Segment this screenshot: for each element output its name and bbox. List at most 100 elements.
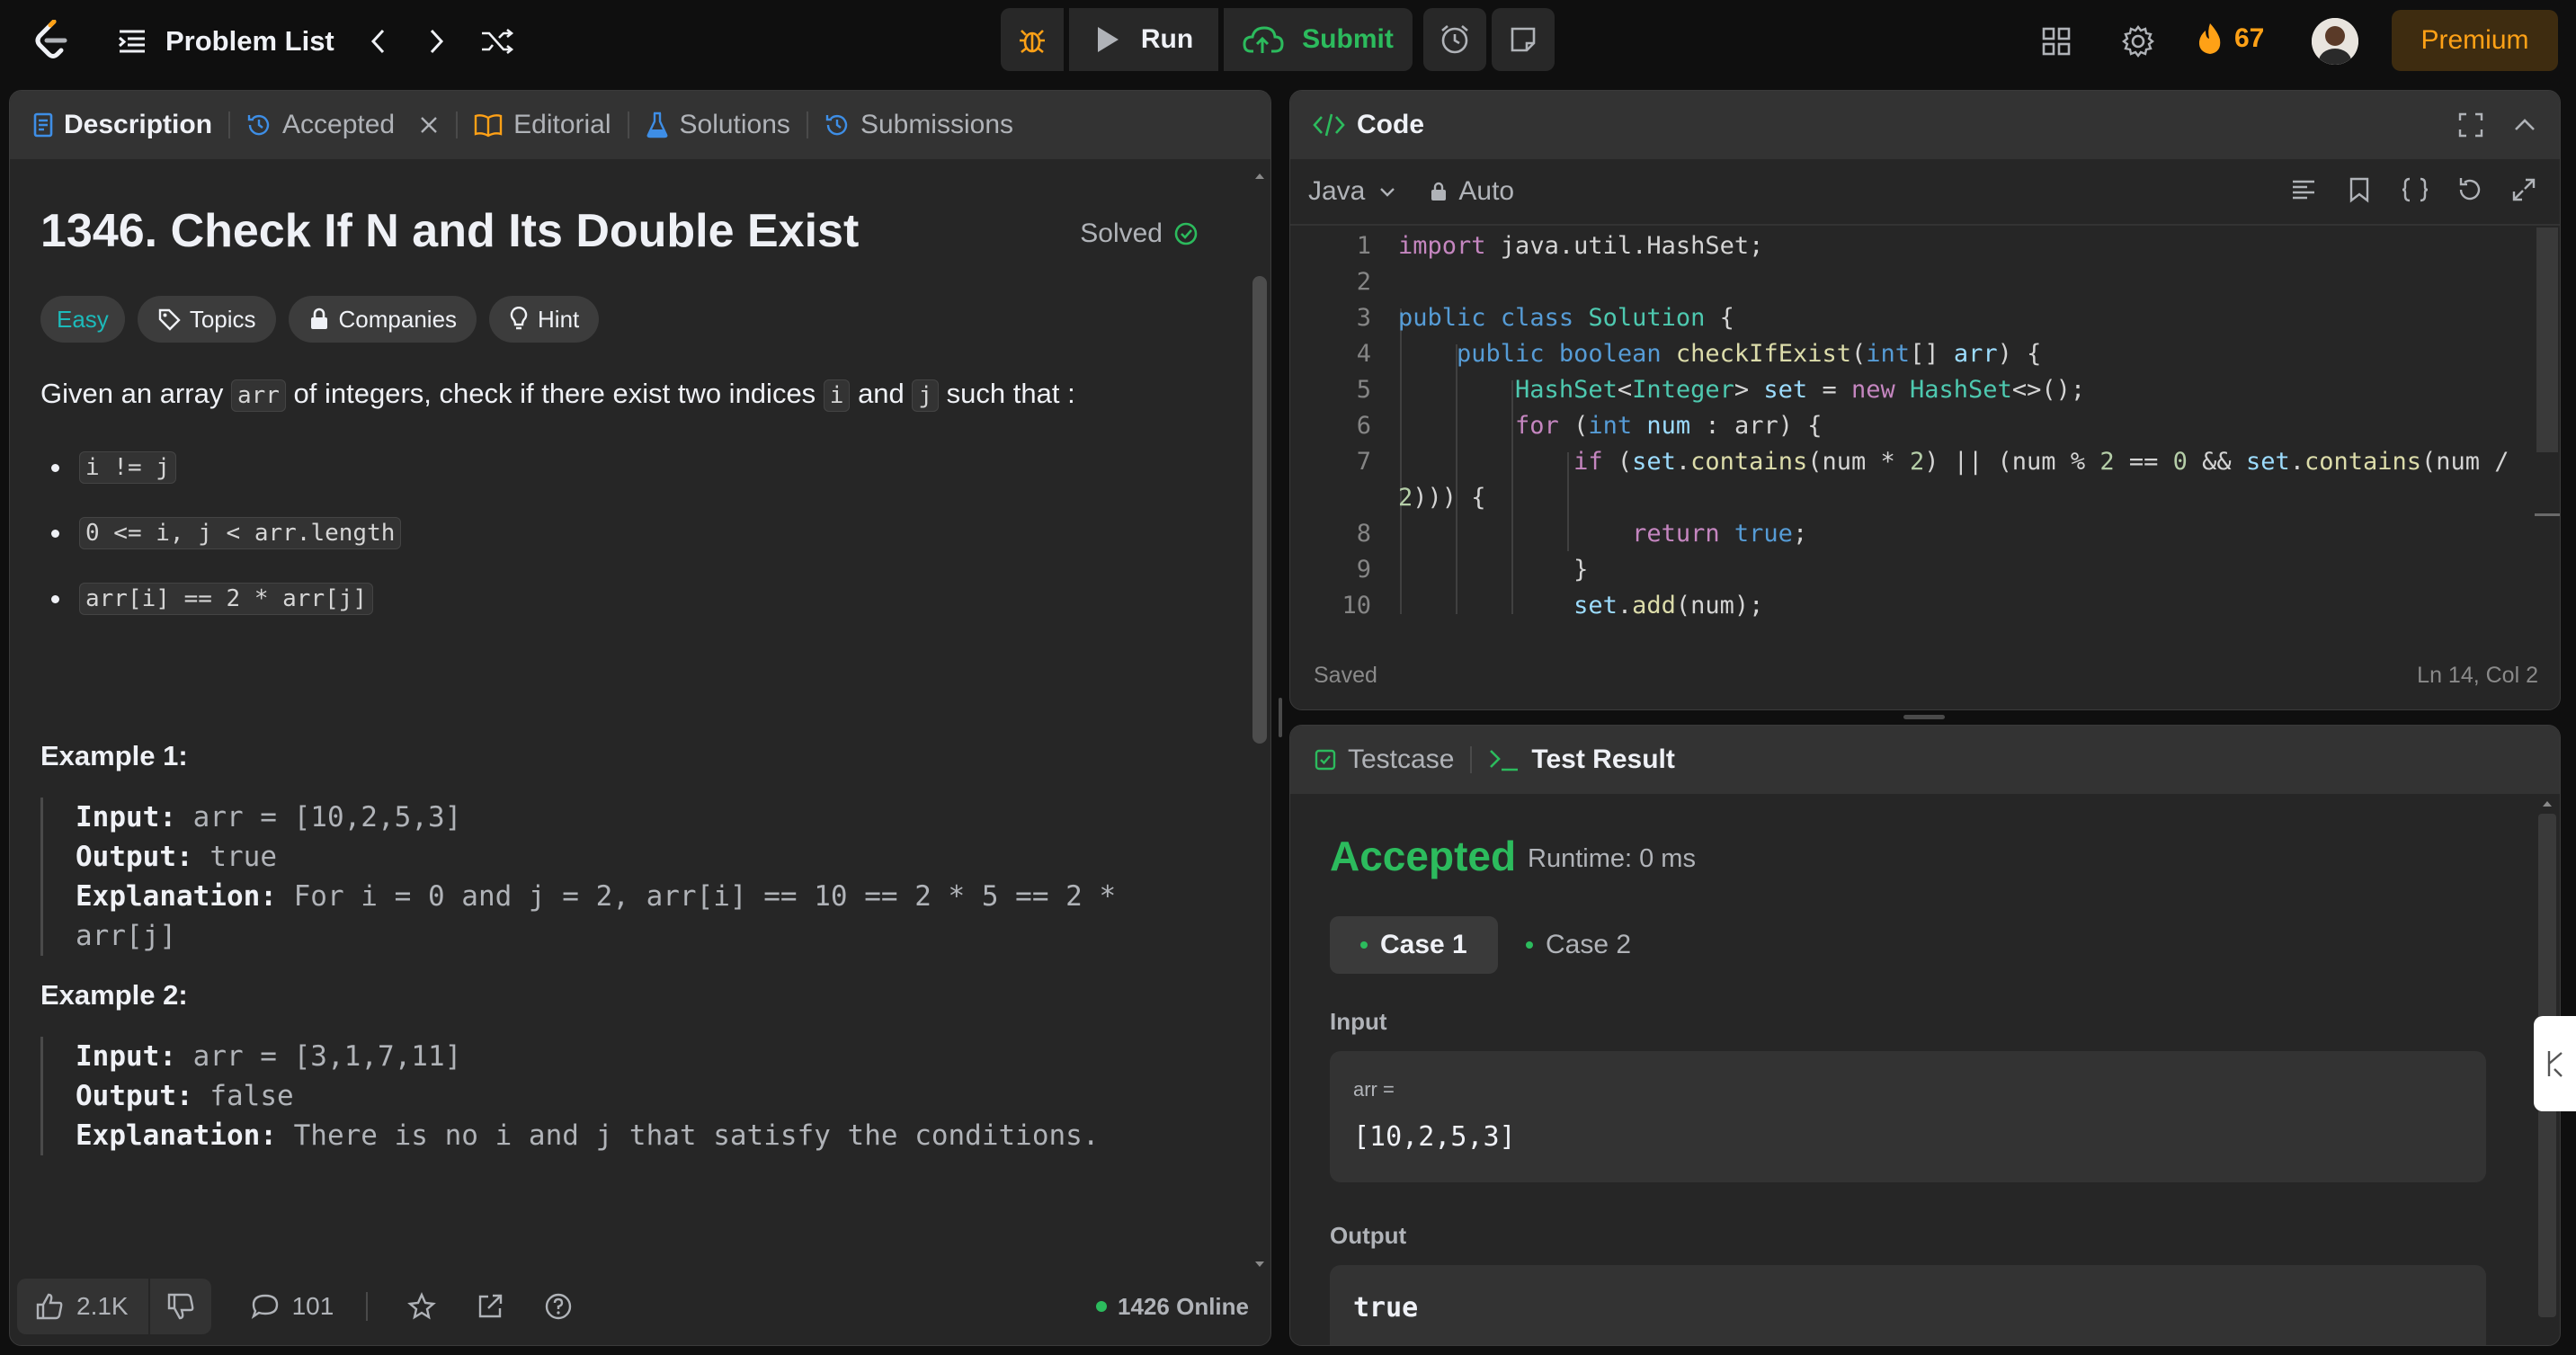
help-button[interactable] xyxy=(544,1292,573,1321)
document-icon xyxy=(33,112,53,138)
solved-label: Solved xyxy=(1080,218,1163,248)
tab-editorial-label: Editorial xyxy=(513,110,611,139)
braces-icon[interactable] xyxy=(2400,176,2430,203)
tab-testcase[interactable]: Testcase xyxy=(1314,744,1470,775)
companies-chip[interactable]: Companies xyxy=(288,296,477,343)
problem-list-icon[interactable] xyxy=(117,26,147,57)
input-value: [10,2,5,3] xyxy=(1353,1121,1516,1153)
code-line: 2))) { xyxy=(1290,479,1486,515)
tab-divider xyxy=(228,111,231,138)
streak-count: 67 xyxy=(2234,23,2265,53)
submit-button[interactable]: Submit xyxy=(1224,8,1413,71)
tab-description-label: Description xyxy=(64,110,213,139)
side-panel-toggle[interactable] xyxy=(2534,1016,2576,1111)
downvote-button[interactable] xyxy=(150,1279,211,1334)
statement-text: and xyxy=(850,378,913,409)
line-number: 9 xyxy=(1356,555,1371,584)
pass-dot xyxy=(1526,941,1533,949)
code-line: 10 set.add(num); xyxy=(1290,587,1763,623)
timer-button[interactable] xyxy=(1423,8,1486,71)
example-title: Example 2: xyxy=(40,978,188,1011)
case-2-tab[interactable]: Case 2 xyxy=(1495,916,1662,974)
favorite-button[interactable] xyxy=(407,1292,437,1321)
line-number: 1 xyxy=(1356,231,1371,260)
layout-icon[interactable] xyxy=(2041,26,2072,57)
upvote-button[interactable]: 2.1K xyxy=(17,1279,150,1334)
tab-divider xyxy=(456,111,459,138)
scrollbar-thumb[interactable] xyxy=(1252,276,1267,744)
tag-icon xyxy=(158,308,181,331)
statement-text: such that : xyxy=(939,378,1075,409)
topics-chip[interactable]: Topics xyxy=(137,296,276,343)
leetcode-logo-icon[interactable] xyxy=(34,20,68,61)
description-panel: Description Accepted Editorial Solutions… xyxy=(9,90,1271,1346)
check-circle-icon xyxy=(1174,222,1198,245)
tab-code[interactable]: Code xyxy=(1312,110,1440,140)
scroll-up-icon[interactable] xyxy=(2535,794,2560,812)
explanation-text: For i = 0 and j = 2, arr[i] == 10 == 2 *… xyxy=(293,879,1117,913)
tab-accepted[interactable]: Accepted xyxy=(246,110,456,140)
code-text: return true; xyxy=(1632,519,1808,548)
bookmark-icon[interactable] xyxy=(2348,176,2371,203)
debug-button[interactable] xyxy=(1001,8,1064,71)
code-line: 1 import java.util.HashSet; xyxy=(1290,227,1764,263)
avatar[interactable] xyxy=(2312,18,2358,65)
save-status: Saved xyxy=(1314,662,1377,688)
tab-test-result-label: Test Result xyxy=(1531,744,1675,774)
history-icon xyxy=(247,114,270,136)
format-icon[interactable] xyxy=(2290,176,2317,203)
cursor-position: Ln 14, Col 2 xyxy=(2417,662,2538,688)
problem-list-link[interactable]: Problem List xyxy=(165,25,334,58)
collapse-icon[interactable] xyxy=(2511,111,2538,138)
comments-button[interactable]: 101 xyxy=(251,1292,334,1321)
scrollbar-thumb[interactable] xyxy=(2536,227,2558,452)
notes-button[interactable] xyxy=(1492,8,1555,71)
gear-icon[interactable] xyxy=(2121,24,2155,58)
tab-testcase-label: Testcase xyxy=(1348,744,1455,774)
tab-editorial[interactable]: Editorial xyxy=(474,110,627,140)
lock-icon xyxy=(1431,182,1447,201)
hint-chip[interactable]: Hint xyxy=(489,296,600,343)
scroll-up-icon[interactable] xyxy=(1247,166,1271,184)
tab-description[interactable]: Description xyxy=(33,110,228,140)
code-line: 2 xyxy=(1290,263,1371,299)
footer-divider xyxy=(366,1292,369,1321)
input-label: Input: xyxy=(76,800,176,834)
mode-label: Auto xyxy=(1458,176,1515,206)
code-editor[interactable]: 1 import java.util.HashSet; 2 3 public cla… xyxy=(1290,227,2535,623)
case-1-tab[interactable]: Case 1 xyxy=(1330,916,1498,974)
next-problem-icon[interactable] xyxy=(423,26,450,57)
alarm-clock-icon xyxy=(1441,25,1468,54)
flask-icon xyxy=(646,111,667,138)
online-count: 1426 Online xyxy=(1118,1292,1249,1320)
reset-icon[interactable] xyxy=(2456,176,2482,203)
fire-icon xyxy=(2198,23,2221,54)
horizontal-resize-handle[interactable] xyxy=(1903,715,1945,719)
tab-divider xyxy=(806,111,808,138)
hint-label: Hint xyxy=(538,305,580,333)
streak-counter[interactable]: 67 xyxy=(2197,22,2264,56)
autocomplete-toggle[interactable]: Auto xyxy=(1430,176,1514,207)
close-icon[interactable] xyxy=(418,114,440,136)
prev-problem-icon[interactable] xyxy=(365,26,392,57)
input-label: Input: xyxy=(76,1039,176,1073)
inline-code: i xyxy=(823,379,851,412)
description-footer: 2.1K 101 1426 Online xyxy=(10,1268,1270,1345)
expand-icon[interactable] xyxy=(2511,177,2536,202)
code-line: 3 public class Solution { xyxy=(1290,299,1734,335)
language-select[interactable]: Java xyxy=(1308,176,1397,207)
book-icon xyxy=(474,114,503,138)
fullscreen-icon[interactable] xyxy=(2457,111,2484,138)
statement-text: of integers, check if there exist two in… xyxy=(285,378,824,409)
tab-solutions[interactable]: Solutions xyxy=(646,110,807,140)
share-button[interactable] xyxy=(476,1292,504,1321)
tab-test-result[interactable]: Test Result xyxy=(1488,744,1690,775)
code-text: public class Solution { xyxy=(1398,303,1734,332)
tab-submissions[interactable]: Submissions xyxy=(824,110,1030,140)
run-button[interactable]: Run xyxy=(1069,8,1218,71)
description-scrollbar[interactable] xyxy=(1247,159,1271,1274)
vertical-resize-handle[interactable] xyxy=(1279,698,1282,737)
shuffle-icon[interactable] xyxy=(480,26,514,57)
editor-scrollbar[interactable] xyxy=(2535,227,2560,623)
premium-button[interactable]: Premium xyxy=(2392,10,2558,71)
